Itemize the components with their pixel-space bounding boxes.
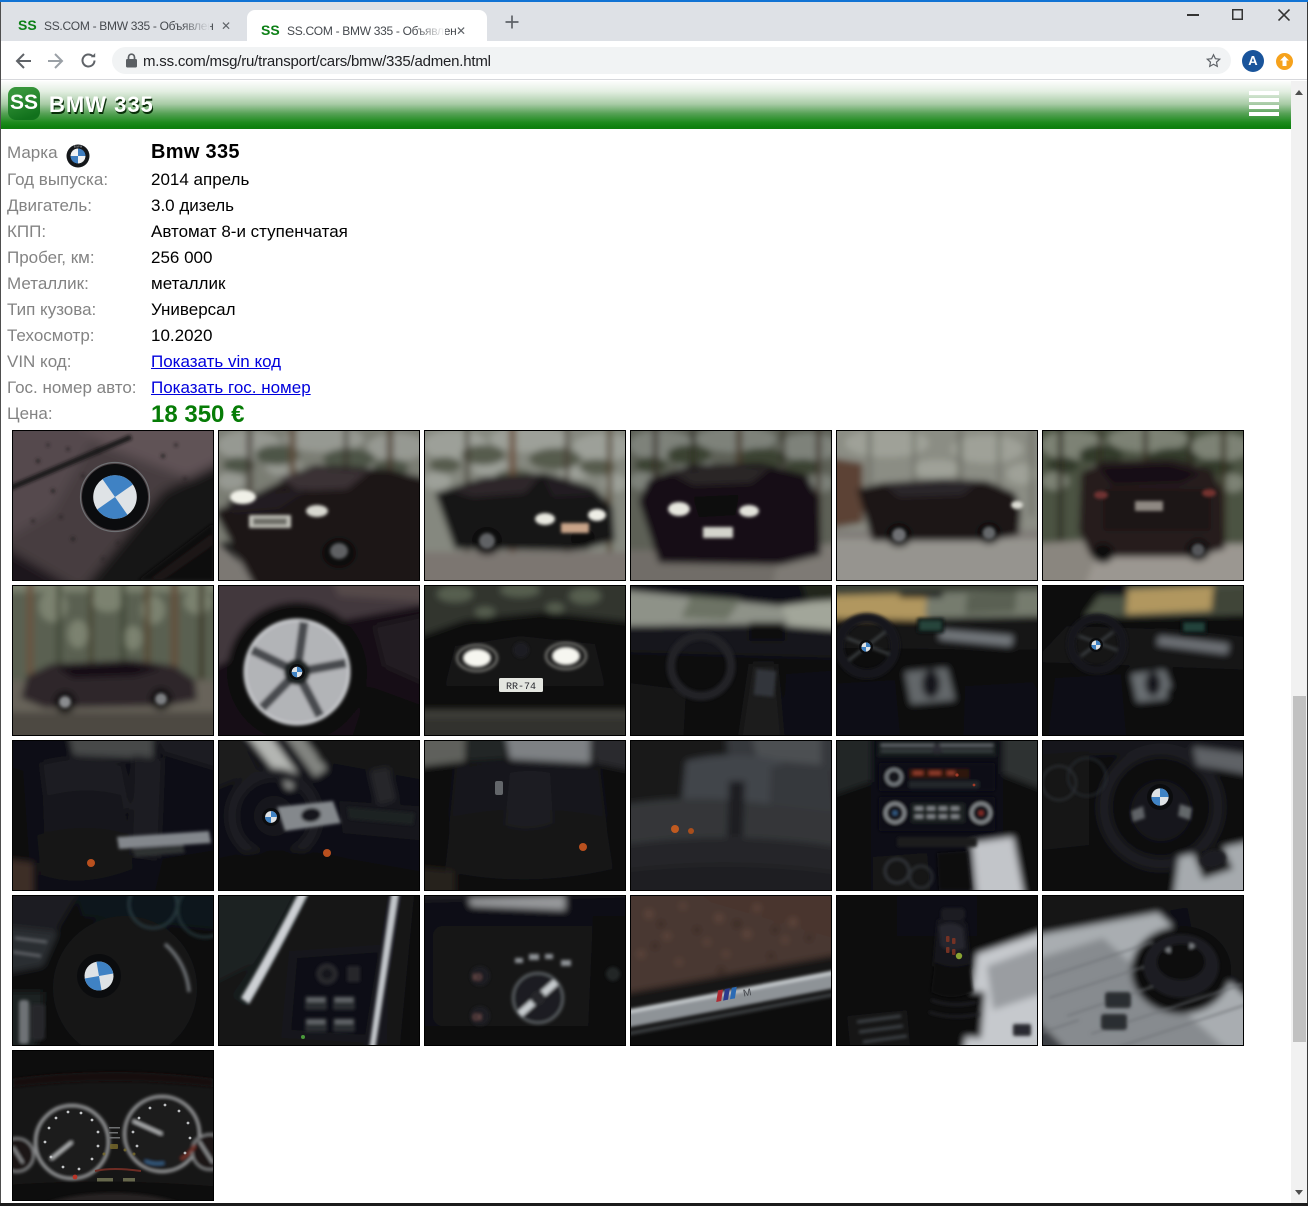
svg-text:RR-74: RR-74	[506, 682, 536, 693]
svg-text:B M W: B M W	[74, 144, 83, 148]
svg-text:OI: OI	[473, 1013, 481, 1022]
svg-text:IO: IO	[473, 973, 481, 982]
